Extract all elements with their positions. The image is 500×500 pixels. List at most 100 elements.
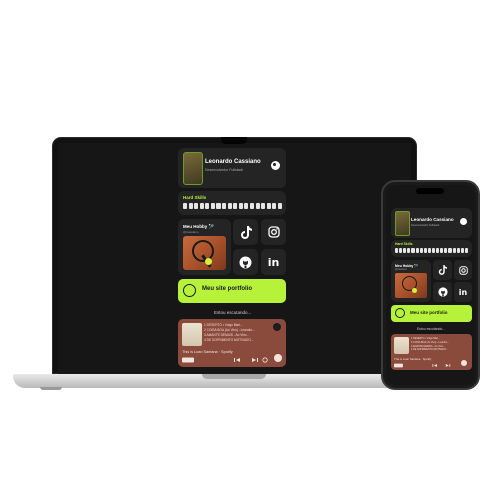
play-button[interactable] <box>461 360 467 366</box>
skill-badge-icon <box>440 248 444 253</box>
skill-badge-icon <box>448 248 452 253</box>
skills-icons-row <box>395 248 468 253</box>
skill-badge-icon <box>199 203 204 209</box>
tiktok-button[interactable] <box>433 260 452 280</box>
skill-badge-icon <box>210 203 215 209</box>
skill-badge-icon <box>244 203 249 209</box>
soccer-ball-icon[interactable] <box>460 218 467 225</box>
playlist-cover <box>182 323 202 346</box>
github-icon <box>239 256 252 268</box>
instagram-button[interactable] <box>454 260 472 280</box>
instagram-icon <box>458 265 468 275</box>
avatar <box>395 211 410 236</box>
laptop-camera-notch <box>221 137 247 144</box>
skill-badge-icon <box>427 248 431 253</box>
tiktok-button[interactable] <box>233 219 258 245</box>
skill-badge-icon <box>227 203 232 209</box>
next-icon[interactable] <box>252 358 258 362</box>
next-icon[interactable] <box>445 364 451 367</box>
github-button[interactable] <box>233 249 258 275</box>
skill-badge-icon <box>216 203 221 209</box>
track-list: 1 DESERTO • Vulgo Mari... 2 COISA BOA (A… <box>204 323 280 343</box>
tennis-racket-icon <box>187 236 219 267</box>
play-button[interactable] <box>274 354 282 362</box>
github-button[interactable] <box>433 282 452 302</box>
skill-badge-icon <box>183 203 188 209</box>
skill-badge-icon <box>261 203 266 209</box>
skill-badge-icon <box>415 248 419 253</box>
skill-badge-icon <box>205 203 210 209</box>
portfolio-site-label: Meu site portfolio <box>410 310 448 315</box>
tennis-photo <box>183 236 226 270</box>
skill-badge-icon <box>419 248 423 253</box>
track-list: 1 DESERTO • Vulgo Mari... 2 COISA BOA (A… <box>411 337 467 352</box>
skill-badge-icon <box>431 248 436 253</box>
phone-dynamic-island <box>416 188 444 194</box>
skill-badge-icon <box>403 248 407 253</box>
tiktok-icon <box>438 265 447 275</box>
profile-role: Desenvolvedor Fullstack <box>205 168 244 172</box>
linkedin-button[interactable]: in <box>261 249 286 275</box>
tiktok-icon <box>240 225 252 239</box>
profile-name: Leonardo Cassiano <box>411 217 454 222</box>
skill-badge-icon <box>399 248 403 253</box>
skill-badge-icon <box>238 203 243 209</box>
skill-badge-icon <box>464 248 468 253</box>
skill-badge-icon <box>395 248 399 253</box>
skill-badge-icon <box>423 248 427 253</box>
skill-badge-icon <box>222 203 227 209</box>
listening-title: Estou escutando... <box>214 310 252 315</box>
linkedin-icon: in <box>458 287 468 297</box>
linkedin-button[interactable]: in <box>454 282 472 302</box>
track-item[interactable]: 4 DE SOFRIMENTO MOTIVADO... <box>204 338 280 343</box>
skill-badge-icon <box>266 203 271 209</box>
playlist-cover <box>394 337 409 354</box>
github-icon <box>437 287 448 297</box>
listening-title: Estou escutando... <box>417 327 446 331</box>
laptop-foot-left <box>40 387 62 390</box>
tennis-ball-icon <box>205 258 212 265</box>
hobby-handle: @lcassiano <box>183 230 199 234</box>
skills-title: Hard Skills <box>183 195 207 200</box>
hobby-handle: @lcassiano <box>395 269 407 271</box>
skill-badge-icon <box>255 203 260 209</box>
skills-icons-row <box>183 203 282 209</box>
skills-title: Hard Skills <box>395 242 413 246</box>
instagram-icon <box>267 226 280 238</box>
skill-badge-icon <box>233 203 238 209</box>
skill-badge-icon <box>249 203 255 209</box>
instagram-button[interactable] <box>261 219 286 245</box>
skill-badge-icon <box>277 203 282 209</box>
track-item[interactable]: 4 DE SOFRIMENTO MOTIVADO... <box>411 348 467 352</box>
tennis-photo <box>395 273 427 298</box>
laptop-opening-groove <box>202 374 266 379</box>
more-icon[interactable] <box>262 357 268 363</box>
hobby-title: Meu Hobby 🎾 <box>395 264 419 268</box>
player-controls <box>394 363 451 368</box>
previous-icon[interactable] <box>234 358 240 362</box>
portfolio-site-label: Meu site portfolio <box>202 286 252 292</box>
playlist-title: This is Luan Santana · Spotify <box>182 350 233 354</box>
avatar <box>183 152 203 185</box>
save-button[interactable] <box>394 363 403 368</box>
player-controls <box>182 357 268 363</box>
skill-badge-icon <box>452 248 456 253</box>
save-button[interactable] <box>182 357 194 363</box>
linkedin-icon: in <box>267 255 280 269</box>
playlist-title: This is Luan Santana · Spotify <box>394 357 432 361</box>
skill-badge-icon <box>407 248 411 253</box>
soccer-ball-icon[interactable] <box>271 161 280 170</box>
profile-role: Desenvolvedor Fullstack <box>411 224 440 227</box>
tennis-ball-icon <box>412 288 417 293</box>
skill-badge-icon <box>411 248 415 253</box>
skill-badge-icon <box>272 203 277 209</box>
globe-icon <box>183 284 196 297</box>
skill-badge-icon <box>436 248 440 253</box>
skill-badge-icon <box>194 203 199 209</box>
previous-icon[interactable] <box>432 364 437 367</box>
globe-icon <box>395 308 405 318</box>
skill-badge-icon <box>460 248 464 253</box>
skill-badge-icon <box>188 203 193 209</box>
profile-name: Leonardo Cassiano <box>205 159 261 165</box>
skill-badge-icon <box>456 248 460 253</box>
